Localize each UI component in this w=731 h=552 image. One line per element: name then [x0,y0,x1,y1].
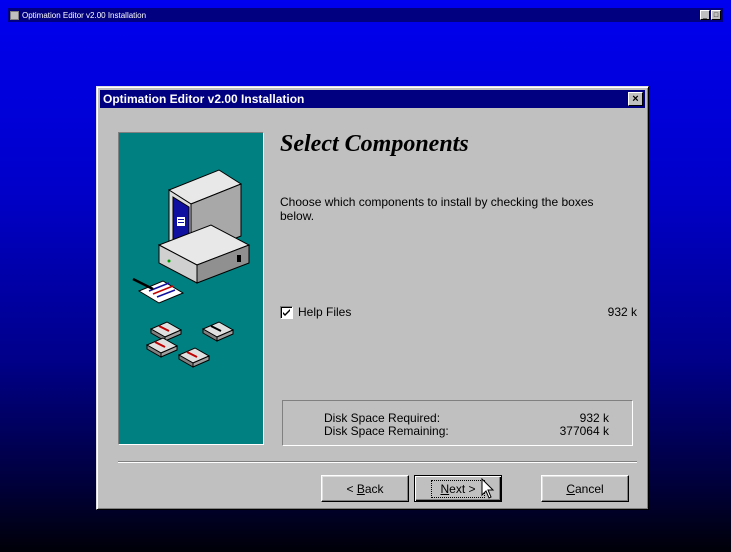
component-label: Help Files [298,305,352,319]
disk-space-remaining-label: Disk Space Remaining: [324,424,449,438]
disk-icon [149,321,183,342]
minimize-button[interactable]: _ [700,10,710,20]
disk-space-remaining-row: Disk Space Remaining: 377064 k [324,425,609,438]
close-icon[interactable]: × [628,92,643,106]
screen-title-bar: Optimation Editor v2.00 Installation _ □ [8,8,723,22]
cancel-button-label: Cancel [566,481,604,496]
screen-title: Optimation Editor v2.00 Installation [22,10,147,20]
dialog-title-bar: Optimation Editor v2.00 Installation × [100,90,645,108]
arrow-cursor-icon [481,478,495,499]
computer-icon [132,169,251,368]
checkmark-icon [283,308,290,316]
component-help-files[interactable]: Help Files 932 k [280,304,637,320]
dialog-title: Optimation Editor v2.00 Installation [103,92,305,106]
setup-icon [10,10,19,20]
maximize-button[interactable]: □ [711,10,721,20]
installer-dialog: Optimation Editor v2.00 Installation × S… [96,86,649,510]
component-size: 932 k [607,305,637,319]
next-button-label: Next > [431,479,485,498]
divider [118,461,637,463]
window-controls: _ □ [700,10,721,20]
disk-space-panel: Disk Space Required: 932 k Disk Space Re… [282,400,633,446]
cancel-button[interactable]: Cancel [541,475,629,502]
back-button-label: < Back [346,481,384,496]
disk-space-remaining-value: 377064 k [559,424,609,438]
instructions-text: Choose which components to install by ch… [280,195,594,223]
setup-artwork [118,132,264,445]
page-title: Select Components [280,131,469,157]
help-files-checkbox[interactable] [280,305,293,319]
back-button[interactable]: < Back [321,475,409,502]
